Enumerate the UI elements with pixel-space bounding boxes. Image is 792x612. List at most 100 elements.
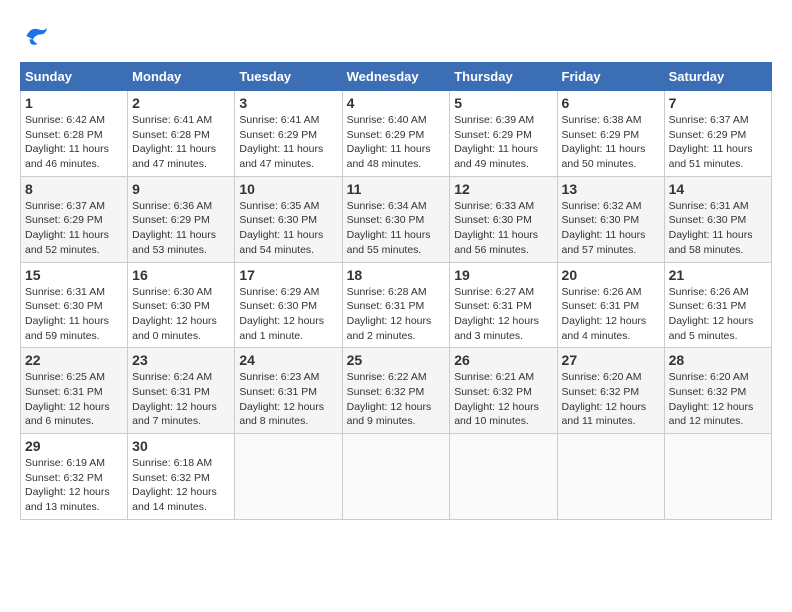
calendar-day-cell: 18 Sunrise: 6:28 AM Sunset: 6:31 PM Dayl… — [342, 262, 450, 348]
day-info: Sunrise: 6:39 AM Sunset: 6:29 PM Dayligh… — [454, 113, 552, 172]
day-number: 26 — [454, 352, 552, 368]
day-info: Sunrise: 6:23 AM Sunset: 6:31 PM Dayligh… — [239, 370, 337, 429]
day-info: Sunrise: 6:32 AM Sunset: 6:30 PM Dayligh… — [562, 199, 660, 258]
calendar-day-cell: 2 Sunrise: 6:41 AM Sunset: 6:28 PM Dayli… — [128, 91, 235, 177]
calendar-day-cell: 12 Sunrise: 6:33 AM Sunset: 6:30 PM Dayl… — [450, 176, 557, 262]
calendar-day-cell: 3 Sunrise: 6:41 AM Sunset: 6:29 PM Dayli… — [235, 91, 342, 177]
logo-icon — [20, 20, 52, 52]
day-info: Sunrise: 6:37 AM Sunset: 6:29 PM Dayligh… — [25, 199, 123, 258]
day-info: Sunrise: 6:20 AM Sunset: 6:32 PM Dayligh… — [562, 370, 660, 429]
day-info: Sunrise: 6:24 AM Sunset: 6:31 PM Dayligh… — [132, 370, 230, 429]
day-number: 18 — [347, 267, 446, 283]
calendar-day-cell — [342, 434, 450, 520]
weekday-header: Thursday — [450, 63, 557, 91]
calendar-day-cell: 16 Sunrise: 6:30 AM Sunset: 6:30 PM Dayl… — [128, 262, 235, 348]
day-number: 16 — [132, 267, 230, 283]
day-info: Sunrise: 6:35 AM Sunset: 6:30 PM Dayligh… — [239, 199, 337, 258]
weekday-header: Friday — [557, 63, 664, 91]
day-number: 9 — [132, 181, 230, 197]
calendar-day-cell: 1 Sunrise: 6:42 AM Sunset: 6:28 PM Dayli… — [21, 91, 128, 177]
day-number: 23 — [132, 352, 230, 368]
calendar-day-cell: 11 Sunrise: 6:34 AM Sunset: 6:30 PM Dayl… — [342, 176, 450, 262]
calendar-table: SundayMondayTuesdayWednesdayThursdayFrid… — [20, 62, 772, 520]
day-info: Sunrise: 6:22 AM Sunset: 6:32 PM Dayligh… — [347, 370, 446, 429]
day-info: Sunrise: 6:26 AM Sunset: 6:31 PM Dayligh… — [669, 285, 767, 344]
day-number: 27 — [562, 352, 660, 368]
calendar-day-cell: 23 Sunrise: 6:24 AM Sunset: 6:31 PM Dayl… — [128, 348, 235, 434]
day-number: 11 — [347, 181, 446, 197]
day-info: Sunrise: 6:18 AM Sunset: 6:32 PM Dayligh… — [132, 456, 230, 515]
day-number: 4 — [347, 95, 446, 111]
calendar-day-cell — [235, 434, 342, 520]
day-number: 17 — [239, 267, 337, 283]
calendar-day-cell: 21 Sunrise: 6:26 AM Sunset: 6:31 PM Dayl… — [664, 262, 771, 348]
calendar-day-cell: 8 Sunrise: 6:37 AM Sunset: 6:29 PM Dayli… — [21, 176, 128, 262]
calendar-week-row: 29 Sunrise: 6:19 AM Sunset: 6:32 PM Dayl… — [21, 434, 772, 520]
day-info: Sunrise: 6:33 AM Sunset: 6:30 PM Dayligh… — [454, 199, 552, 258]
day-number: 10 — [239, 181, 337, 197]
day-number: 6 — [562, 95, 660, 111]
calendar-day-cell: 26 Sunrise: 6:21 AM Sunset: 6:32 PM Dayl… — [450, 348, 557, 434]
day-info: Sunrise: 6:34 AM Sunset: 6:30 PM Dayligh… — [347, 199, 446, 258]
day-info: Sunrise: 6:41 AM Sunset: 6:29 PM Dayligh… — [239, 113, 337, 172]
day-info: Sunrise: 6:26 AM Sunset: 6:31 PM Dayligh… — [562, 285, 660, 344]
day-info: Sunrise: 6:38 AM Sunset: 6:29 PM Dayligh… — [562, 113, 660, 172]
day-info: Sunrise: 6:20 AM Sunset: 6:32 PM Dayligh… — [669, 370, 767, 429]
weekday-header: Tuesday — [235, 63, 342, 91]
calendar-day-cell: 22 Sunrise: 6:25 AM Sunset: 6:31 PM Dayl… — [21, 348, 128, 434]
calendar-week-row: 8 Sunrise: 6:37 AM Sunset: 6:29 PM Dayli… — [21, 176, 772, 262]
day-number: 28 — [669, 352, 767, 368]
weekday-header: Sunday — [21, 63, 128, 91]
day-number: 5 — [454, 95, 552, 111]
day-info: Sunrise: 6:42 AM Sunset: 6:28 PM Dayligh… — [25, 113, 123, 172]
day-info: Sunrise: 6:21 AM Sunset: 6:32 PM Dayligh… — [454, 370, 552, 429]
day-number: 20 — [562, 267, 660, 283]
logo — [20, 20, 56, 52]
day-info: Sunrise: 6:41 AM Sunset: 6:28 PM Dayligh… — [132, 113, 230, 172]
calendar-day-cell: 19 Sunrise: 6:27 AM Sunset: 6:31 PM Dayl… — [450, 262, 557, 348]
calendar-day-cell — [450, 434, 557, 520]
day-info: Sunrise: 6:25 AM Sunset: 6:31 PM Dayligh… — [25, 370, 123, 429]
day-number: 22 — [25, 352, 123, 368]
calendar-day-cell: 9 Sunrise: 6:36 AM Sunset: 6:29 PM Dayli… — [128, 176, 235, 262]
day-info: Sunrise: 6:31 AM Sunset: 6:30 PM Dayligh… — [25, 285, 123, 344]
calendar-day-cell: 7 Sunrise: 6:37 AM Sunset: 6:29 PM Dayli… — [664, 91, 771, 177]
weekday-header: Saturday — [664, 63, 771, 91]
day-info: Sunrise: 6:19 AM Sunset: 6:32 PM Dayligh… — [25, 456, 123, 515]
calendar-week-row: 1 Sunrise: 6:42 AM Sunset: 6:28 PM Dayli… — [21, 91, 772, 177]
day-number: 30 — [132, 438, 230, 454]
calendar-day-cell: 10 Sunrise: 6:35 AM Sunset: 6:30 PM Dayl… — [235, 176, 342, 262]
calendar-day-cell: 29 Sunrise: 6:19 AM Sunset: 6:32 PM Dayl… — [21, 434, 128, 520]
calendar-day-cell: 13 Sunrise: 6:32 AM Sunset: 6:30 PM Dayl… — [557, 176, 664, 262]
calendar-day-cell: 4 Sunrise: 6:40 AM Sunset: 6:29 PM Dayli… — [342, 91, 450, 177]
day-info: Sunrise: 6:40 AM Sunset: 6:29 PM Dayligh… — [347, 113, 446, 172]
calendar-day-cell: 30 Sunrise: 6:18 AM Sunset: 6:32 PM Dayl… — [128, 434, 235, 520]
weekday-header: Wednesday — [342, 63, 450, 91]
calendar-day-cell — [664, 434, 771, 520]
day-number: 15 — [25, 267, 123, 283]
day-info: Sunrise: 6:29 AM Sunset: 6:30 PM Dayligh… — [239, 285, 337, 344]
calendar-week-row: 22 Sunrise: 6:25 AM Sunset: 6:31 PM Dayl… — [21, 348, 772, 434]
calendar-day-cell: 28 Sunrise: 6:20 AM Sunset: 6:32 PM Dayl… — [664, 348, 771, 434]
calendar-day-cell: 14 Sunrise: 6:31 AM Sunset: 6:30 PM Dayl… — [664, 176, 771, 262]
day-info: Sunrise: 6:27 AM Sunset: 6:31 PM Dayligh… — [454, 285, 552, 344]
day-number: 12 — [454, 181, 552, 197]
day-number: 21 — [669, 267, 767, 283]
day-number: 13 — [562, 181, 660, 197]
calendar-day-cell — [557, 434, 664, 520]
day-info: Sunrise: 6:30 AM Sunset: 6:30 PM Dayligh… — [132, 285, 230, 344]
day-number: 2 — [132, 95, 230, 111]
day-info: Sunrise: 6:37 AM Sunset: 6:29 PM Dayligh… — [669, 113, 767, 172]
day-number: 1 — [25, 95, 123, 111]
calendar-day-cell: 17 Sunrise: 6:29 AM Sunset: 6:30 PM Dayl… — [235, 262, 342, 348]
calendar-day-cell: 25 Sunrise: 6:22 AM Sunset: 6:32 PM Dayl… — [342, 348, 450, 434]
day-number: 8 — [25, 181, 123, 197]
calendar-day-cell: 6 Sunrise: 6:38 AM Sunset: 6:29 PM Dayli… — [557, 91, 664, 177]
day-number: 25 — [347, 352, 446, 368]
day-info: Sunrise: 6:36 AM Sunset: 6:29 PM Dayligh… — [132, 199, 230, 258]
calendar-day-cell: 27 Sunrise: 6:20 AM Sunset: 6:32 PM Dayl… — [557, 348, 664, 434]
day-number: 3 — [239, 95, 337, 111]
day-number: 29 — [25, 438, 123, 454]
calendar-week-row: 15 Sunrise: 6:31 AM Sunset: 6:30 PM Dayl… — [21, 262, 772, 348]
day-number: 7 — [669, 95, 767, 111]
